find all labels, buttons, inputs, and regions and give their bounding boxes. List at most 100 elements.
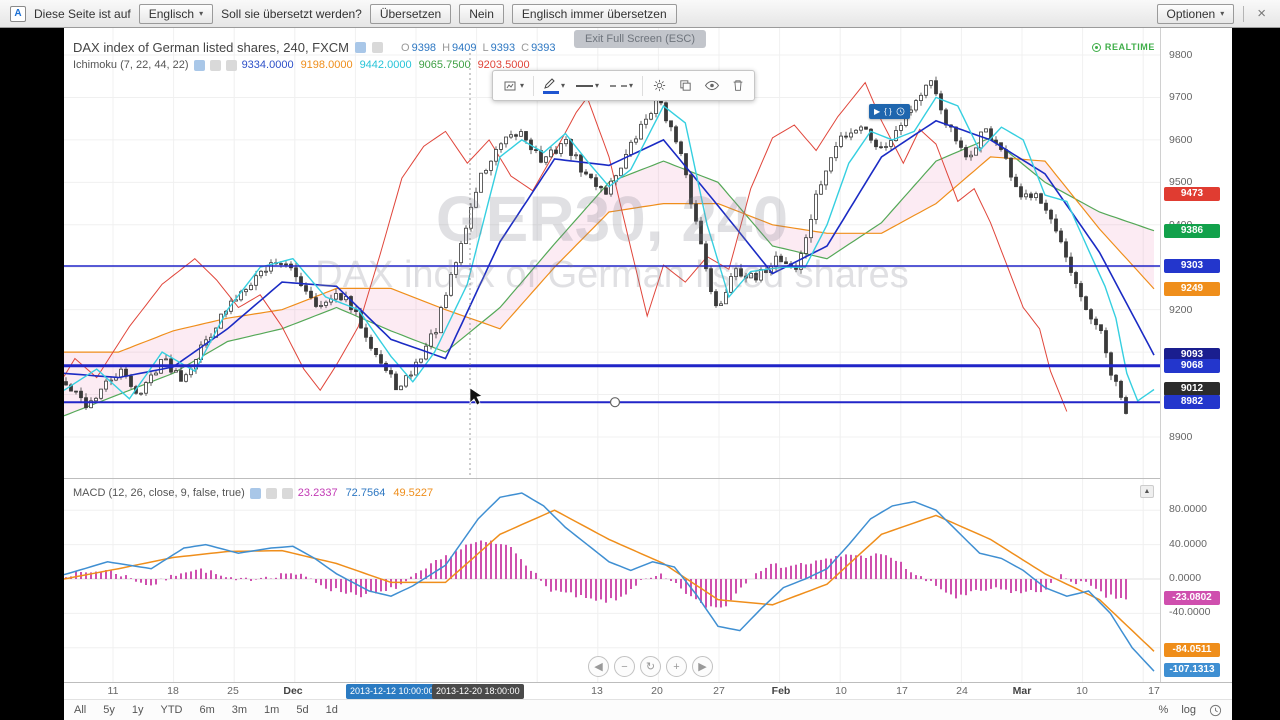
time-label: 13 (591, 685, 603, 697)
trash-icon (733, 80, 743, 91)
scroll-right-button[interactable]: ▶ (692, 656, 713, 677)
line-color-button[interactable]: ▾ (539, 74, 569, 97)
symbol-title[interactable]: DAX index of German listed shares, 240, … (73, 40, 349, 55)
time-label: 10 (1076, 685, 1088, 697)
close-translate-bar-icon[interactable]: × (1253, 6, 1270, 21)
indicator-eye-icon[interactable] (249, 487, 261, 499)
no-button[interactable]: Nein (459, 3, 504, 24)
ohlc-label: H (442, 41, 451, 54)
always-translate-button[interactable]: Englisch immer übersetzen (511, 3, 677, 24)
options-button[interactable]: Optionen ▾ (1156, 3, 1235, 24)
translate-text: Diese Seite ist auf (34, 6, 131, 21)
price-label-chip: 9473 (1164, 186, 1220, 201)
chart-settings-icon[interactable] (372, 42, 384, 53)
time-label: 25 (227, 685, 239, 697)
zoom-out-button[interactable]: − (614, 656, 635, 677)
range-button-6m[interactable]: 6m (199, 704, 214, 716)
options-button-label: Optionen (1166, 6, 1216, 21)
macd-label[interactable]: MACD (12, 26, close, 9, false, true) (73, 487, 245, 499)
ichimoku-value: 9065.7500 (418, 59, 471, 71)
macd-value: 72.7564 (345, 487, 386, 499)
ichimoku-values: 9334.0000 9198.0000 9442.0000 9065.7500 9203… (242, 59, 537, 71)
session-clock-icon[interactable] (1209, 704, 1222, 717)
line-style-button[interactable]: ▾ (606, 78, 637, 93)
indicator-settings-icon[interactable] (209, 59, 221, 71)
translate-button[interactable]: Übersetzen (369, 3, 452, 24)
pane-collapse-icon[interactable]: ▲ (1140, 485, 1154, 498)
time-label: 10 (835, 685, 847, 697)
macd-value: 23.2337 (297, 487, 338, 499)
range-button-5d[interactable]: 5d (296, 704, 308, 716)
macd-chart[interactable] (64, 479, 1160, 682)
axis-mode-percent[interactable]: % (1159, 704, 1169, 716)
macd-values: 23.2337 72.7564 49.5227 (298, 487, 441, 499)
ohlc-label: L (482, 41, 489, 54)
translate-icon[interactable]: A (10, 5, 26, 22)
macd-tick: 80.0000 (1169, 503, 1207, 516)
price-tick: 8900 (1169, 430, 1193, 443)
range-button-5y[interactable]: 5y (103, 704, 115, 716)
trading-app-window: GER30, 240 DAX index of German listed sh… (64, 28, 1232, 720)
zoom-in-button[interactable]: + (666, 656, 687, 677)
time-axis[interactable]: 111825Dec4132027Feb101724Mar10172013-12-… (64, 682, 1232, 699)
play-icon[interactable]: ▶ (874, 107, 880, 116)
range-button-1d[interactable]: 1d (326, 704, 338, 716)
price-label-chip: 8982 (1164, 395, 1220, 410)
language-dropdown[interactable]: Englisch ▾ (138, 3, 214, 24)
chart-style-icon[interactable] (355, 42, 367, 53)
range-button-1m[interactable]: 1m (264, 704, 279, 716)
time-label: 24 (956, 685, 968, 697)
price-axis[interactable]: 9800970096009500940093009200910090008900… (1160, 28, 1232, 682)
divider (642, 75, 644, 96)
price-tick: 9200 (1169, 303, 1193, 316)
properties-button[interactable] (648, 75, 671, 96)
ohlc-value: 9393 (490, 41, 516, 54)
range-button-3m[interactable]: 3m (232, 704, 247, 716)
macd-tick: 40.0000 (1169, 537, 1207, 550)
range-button-ytd[interactable]: YTD (160, 704, 182, 716)
axis-mode-log[interactable]: log (1181, 704, 1196, 716)
range-selector: All 5y 1y YTD 6m 3m 1m 5d 1d (74, 704, 338, 716)
range-button-all[interactable]: All (74, 704, 86, 716)
indicator-eye-icon[interactable] (193, 59, 205, 71)
mini-chart-icon (504, 81, 516, 90)
ichimoku-value: 9198.0000 (300, 59, 353, 71)
price-label-chip: 9068 (1164, 358, 1220, 373)
replay-controls[interactable]: ▶ { } (869, 104, 910, 119)
clone-button[interactable] (674, 75, 697, 96)
translate-question: Soll sie übersetzt werden? (221, 6, 362, 21)
ichimoku-label[interactable]: Ichimoku (7, 22, 44, 22) (73, 59, 189, 71)
macd-value: 49.5227 (393, 487, 434, 499)
indicator-delete-icon[interactable] (281, 487, 293, 499)
macd-label-chip: -107.1313 (1164, 663, 1220, 678)
chevron-down-icon: ▾ (1220, 9, 1225, 18)
price-chart-pane[interactable]: GER30, 240 DAX index of German listed sh… (64, 28, 1160, 478)
indicator-delete-icon[interactable] (225, 59, 237, 71)
active-color-swatch (543, 91, 560, 94)
visibility-button[interactable] (700, 76, 724, 95)
chevron-down-icon: ▾ (629, 81, 634, 90)
price-tick: 9700 (1169, 91, 1193, 104)
clock-icon[interactable] (896, 107, 905, 116)
reset-view-button[interactable]: ↻ (640, 656, 661, 677)
line-width-button[interactable]: ▾ (572, 78, 603, 93)
delete-button[interactable] (727, 75, 749, 96)
scroll-left-button[interactable]: ◀ (588, 656, 609, 677)
indicator-settings-icon[interactable] (265, 487, 277, 499)
time-label: 17 (1148, 685, 1160, 697)
eye-icon (704, 80, 720, 91)
macd-header: MACD (12, 26, close, 9, false, true) 23.… (73, 487, 441, 499)
code-braces-icon[interactable]: { } (884, 107, 892, 116)
chevron-down-icon: ▾ (199, 9, 204, 18)
time-label: 11 (107, 685, 119, 697)
template-dropdown-button[interactable]: ▾ (498, 75, 528, 97)
price-label-chip: 9386 (1164, 223, 1220, 238)
macd-tick: 0.0000 (1169, 572, 1202, 584)
realtime-label: REALTIME (1104, 42, 1155, 52)
macd-pane[interactable]: MACD (12, 26, close, 9, false, true) 23.… (64, 478, 1160, 682)
time-label: 18 (167, 685, 179, 697)
macd-label-chip: -23.0802 (1164, 590, 1220, 605)
price-tick: 9600 (1169, 133, 1193, 146)
ohlc-label: C (521, 41, 530, 54)
range-button-1y[interactable]: 1y (132, 704, 144, 716)
